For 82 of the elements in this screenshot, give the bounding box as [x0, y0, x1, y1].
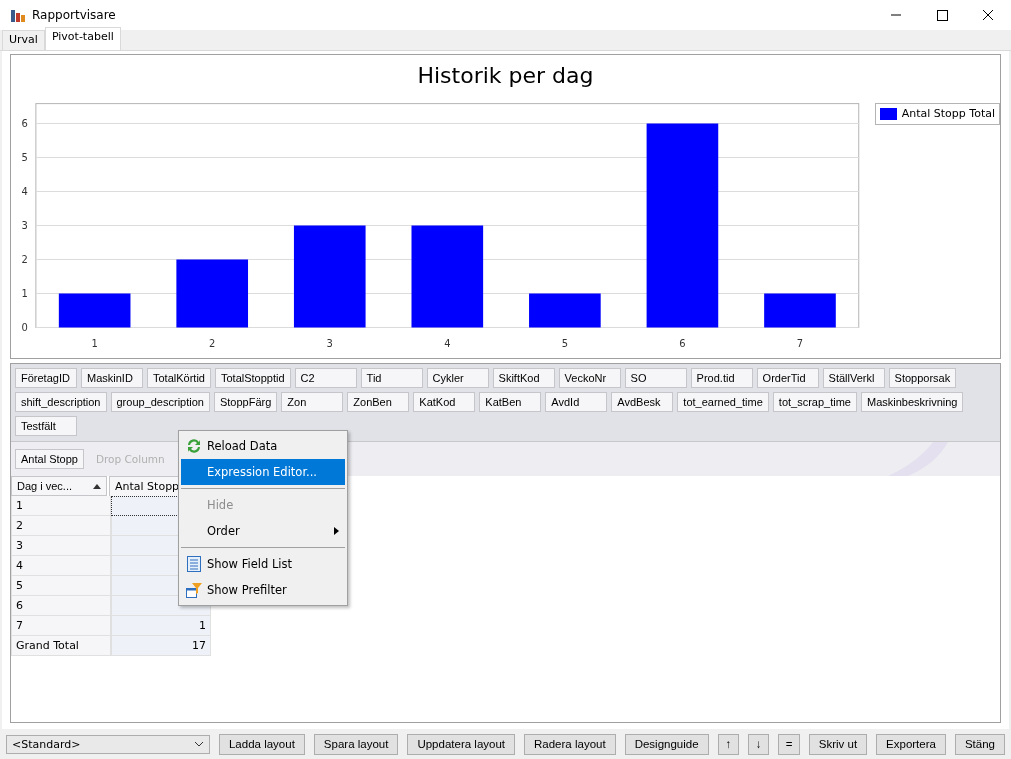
row-header-cell: 7 [11, 616, 111, 636]
y-tick-label: 6 [21, 118, 28, 130]
y-tick-label: 3 [21, 220, 28, 232]
menu-item[interactable]: Order [181, 518, 345, 544]
menu-item[interactable]: Reload Data [181, 433, 345, 459]
y-tick-label: 0 [21, 322, 28, 334]
row-header-cell: 2 [11, 516, 111, 536]
toolbar-button[interactable]: Radera layout [524, 733, 616, 755]
legend-label: Antal Stopp Total [901, 107, 995, 120]
field-button[interactable]: Zon [281, 392, 344, 412]
toolbar-button[interactable]: Stäng [954, 733, 1005, 755]
field-button[interactable]: AvdBesk [611, 392, 674, 412]
window-title: Rapportvisare [32, 8, 117, 22]
table-cell: 1 [111, 616, 211, 636]
tab[interactable]: Urval [2, 30, 45, 50]
y-tick-label: 4 [21, 186, 28, 198]
menu-item[interactable]: Show Field List [181, 551, 345, 577]
field-button[interactable]: Cykler [426, 368, 489, 388]
list-icon [187, 556, 201, 572]
field-button[interactable]: Tid [360, 368, 423, 388]
y-tick-label: 5 [21, 152, 28, 164]
table-cell: 17 [111, 636, 211, 656]
field-button[interactable]: FöretagID [15, 368, 77, 388]
row-field-button[interactable]: Dag i vec... [11, 476, 107, 496]
tab[interactable]: Pivot-tabell [44, 27, 121, 50]
field-button[interactable]: Maskinbeskrivning [861, 392, 964, 412]
row-header-cell: 1 [11, 496, 111, 516]
toolbar-button[interactable]: Designguide [624, 733, 709, 755]
toolbar-button[interactable]: Skriv ut [808, 733, 868, 755]
field-button[interactable]: Prod.tid [690, 368, 753, 388]
x-tick-label: 3 [326, 338, 333, 348]
filter-icon [186, 582, 202, 598]
field-button[interactable]: SkiftKod [492, 368, 555, 388]
field-button[interactable]: AvdId [545, 392, 608, 412]
row-header-cell: 3 [11, 536, 111, 556]
y-tick-label: 2 [21, 254, 28, 266]
field-button[interactable]: StällVerkl [822, 368, 885, 388]
toolbar-button[interactable]: Spara layout [313, 733, 399, 755]
row-header-cell: 4 [11, 556, 111, 576]
field-button[interactable]: Stopporsak [888, 368, 957, 388]
x-tick-label: 2 [209, 338, 216, 348]
row-header-cell: 5 [11, 576, 111, 596]
y-tick-label: 1 [21, 288, 28, 300]
field-button[interactable]: tot_scrap_time [772, 392, 857, 412]
field-button[interactable]: MaskinID [81, 368, 143, 388]
field-button[interactable]: tot_earned_time [677, 392, 769, 412]
chart-title: Historik per dag [416, 62, 595, 90]
field-button[interactable]: OrderTid [756, 368, 819, 388]
field-button[interactable]: StoppFärg [213, 392, 278, 412]
chevron-down-icon [193, 741, 204, 747]
toolbar-button[interactable]: = [778, 733, 800, 755]
field-button[interactable]: TotalStopptid [215, 368, 291, 388]
drop-column-hint: Drop Column [95, 453, 165, 465]
field-button[interactable]: KatBen [479, 392, 542, 412]
field-button[interactable]: TotalKörtid [147, 368, 211, 388]
menu-item[interactable]: Show Prefilter [181, 577, 345, 603]
app-icon [10, 7, 26, 23]
x-tick-label: 1 [91, 338, 98, 348]
toolbar-button[interactable]: Exportera [876, 733, 946, 755]
field-button[interactable]: KatKod [413, 392, 476, 412]
layout-dropdown[interactable]: <Standard> [6, 734, 210, 754]
field-button[interactable]: ZonBen [347, 392, 410, 412]
sort-ascending-icon [93, 483, 101, 489]
x-tick-label: 7 [796, 338, 804, 348]
field-button[interactable]: shift_description [15, 392, 107, 412]
x-tick-label: 6 [679, 338, 686, 348]
data-field-button[interactable]: Antal Stopp [15, 449, 84, 469]
row-header-cell: Grand Total [11, 636, 111, 656]
toolbar-button[interactable]: ↑ [717, 733, 739, 755]
field-button[interactable]: group_description [110, 392, 210, 412]
refresh-icon [186, 438, 202, 454]
toolbar-button[interactable]: Ladda layout [218, 733, 305, 755]
toolbar-button[interactable]: Uppdatera layout [407, 733, 515, 755]
x-tick-label: 5 [561, 338, 569, 348]
toolbar-button[interactable]: ↓ [747, 733, 770, 755]
field-button[interactable]: C2 [294, 368, 357, 388]
menu-item[interactable]: Expression Editor... [181, 459, 345, 485]
field-button[interactable]: SO [624, 368, 687, 388]
row-header-cell: 6 [11, 596, 111, 616]
field-button[interactable]: VeckoNr [558, 368, 621, 388]
field-button[interactable]: Testfält [15, 416, 77, 436]
x-tick-label: 4 [444, 338, 451, 348]
